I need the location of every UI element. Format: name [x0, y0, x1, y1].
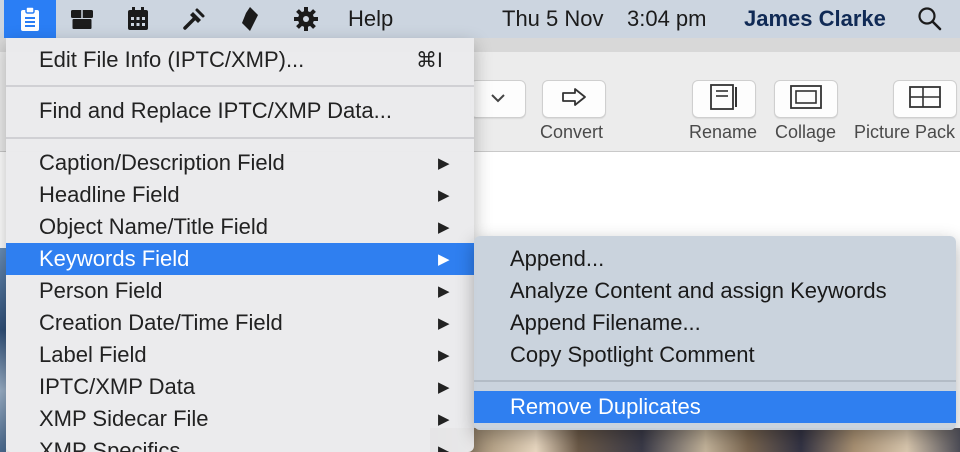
- menu-separator: [6, 85, 474, 87]
- collage-icon: [789, 84, 823, 115]
- tools-icon[interactable]: [172, 0, 216, 38]
- menu-item-creation-date-time[interactable]: Creation Date/Time Field ▶: [6, 307, 474, 339]
- submenu-arrow-icon: ▶: [438, 283, 450, 300]
- menu-item-label: Label Field: [39, 342, 147, 367]
- menu-item-headline[interactable]: Headline Field ▶: [6, 179, 474, 211]
- bookmark-tag-icon[interactable]: [228, 0, 272, 38]
- menu-item-label-field[interactable]: Label Field ▶: [6, 339, 474, 371]
- archive-box-icon[interactable]: [60, 0, 104, 38]
- menu-item-label: Append Filename...: [510, 310, 701, 335]
- photo-thumbnails[interactable]: [430, 428, 960, 452]
- menu-bar: Help Thu 5 Nov 3:04 pm James Clarke: [0, 0, 960, 38]
- convert-label: Convert: [540, 122, 604, 142]
- menu-item-find-and-replace[interactable]: Find and Replace IPTC/XMP Data...: [6, 95, 474, 127]
- menu-item-label: Edit File Info (IPTC/XMP)...: [39, 47, 305, 72]
- submenu-arrow-icon: ▶: [438, 379, 450, 396]
- menu-item-keywords[interactable]: Keywords Field ▶: [6, 243, 474, 275]
- submenu-arrow-icon: ▶: [438, 347, 450, 364]
- menu-item-label: XMP Specifics: [39, 438, 181, 452]
- submenu-item-analyze-content[interactable]: Analyze Content and assign Keywords: [474, 275, 956, 307]
- dropdown-menu: Edit File Info (IPTC/XMP)... ⌘I Find and…: [6, 38, 474, 452]
- collage-label: Collage: [775, 122, 837, 142]
- keywords-submenu: Append... Analyze Content and assign Key…: [474, 236, 956, 430]
- menu-item-label: Find and Replace IPTC/XMP Data...: [39, 98, 392, 123]
- menu-item-label: Object Name/Title Field: [39, 214, 269, 239]
- menu-item-label: Creation Date/Time Field: [39, 310, 283, 335]
- submenu-arrow-icon: ▶: [438, 443, 450, 452]
- menu-item-label: Headline Field: [39, 182, 180, 207]
- submenu-arrow-icon: ▶: [438, 251, 450, 268]
- menubar-user[interactable]: James Clarke: [744, 6, 886, 32]
- chevron-down-icon: [490, 90, 506, 108]
- magnifier-icon[interactable]: [910, 4, 950, 34]
- rename-document-icon: [707, 83, 741, 116]
- convert-button[interactable]: [542, 80, 606, 118]
- rename-button[interactable]: [692, 80, 756, 118]
- menu-item-object-name-title[interactable]: Object Name/Title Field ▶: [6, 211, 474, 243]
- menu-item-label: Keywords Field: [39, 246, 190, 271]
- submenu-item-append-filename[interactable]: Append Filename...: [474, 307, 956, 339]
- clipboard-icon[interactable]: [4, 0, 56, 38]
- menubar-date[interactable]: Thu 5 Nov: [502, 6, 604, 32]
- menu-item-xmp-sidecar-file[interactable]: XMP Sidecar File ▶: [6, 403, 474, 435]
- menu-item-label: Copy Spotlight Comment: [510, 342, 755, 367]
- submenu-arrow-icon: ▶: [438, 219, 450, 236]
- menu-item-label: Analyze Content and assign Keywords: [510, 278, 887, 303]
- submenu-arrow-icon: ▶: [438, 155, 450, 172]
- popup-button[interactable]: [470, 80, 526, 118]
- picture-pack-icon: [908, 85, 942, 114]
- submenu-arrow-icon: ▶: [438, 315, 450, 332]
- menu-separator: [474, 380, 956, 382]
- picture-pack-button[interactable]: [893, 80, 957, 118]
- submenu-arrow-icon: ▶: [438, 187, 450, 204]
- menu-item-label: IPTC/XMP Data: [39, 374, 196, 399]
- menu-item-edit-file-info[interactable]: Edit File Info (IPTC/XMP)... ⌘I: [6, 44, 474, 76]
- submenu-item-remove-duplicates[interactable]: Remove Duplicates: [474, 391, 956, 423]
- submenu-arrow-icon: ▶: [438, 411, 450, 428]
- calendar-icon[interactable]: [116, 0, 160, 38]
- keyboard-shortcut: ⌘I: [416, 48, 443, 72]
- menu-item-label: Append...: [510, 246, 605, 271]
- submenu-item-append[interactable]: Append...: [474, 243, 956, 275]
- arrow-convert-icon: [560, 87, 588, 112]
- menu-item-label: Remove Duplicates: [510, 394, 701, 419]
- gear-icon[interactable]: [284, 0, 328, 38]
- rename-label: Rename: [689, 122, 758, 142]
- collage-button[interactable]: [774, 80, 838, 118]
- picture-pack-label: Picture Pack: [854, 122, 956, 142]
- submenu-item-copy-spotlight-comment[interactable]: Copy Spotlight Comment: [474, 339, 956, 371]
- menu-item-person[interactable]: Person Field ▶: [6, 275, 474, 307]
- help-menu[interactable]: Help: [348, 6, 393, 32]
- menu-item-caption-description[interactable]: Caption/Description Field ▶: [6, 147, 474, 179]
- menubar-time[interactable]: 3:04 pm: [627, 6, 707, 32]
- menu-item-xmp-specifics[interactable]: XMP Specifics ▶: [6, 435, 474, 452]
- menu-item-label: XMP Sidecar File: [39, 406, 209, 431]
- menu-item-iptc-xmp-data[interactable]: IPTC/XMP Data ▶: [6, 371, 474, 403]
- menu-item-label: Person Field: [39, 278, 163, 303]
- menu-separator: [6, 137, 474, 139]
- menu-item-label: Caption/Description Field: [39, 150, 285, 175]
